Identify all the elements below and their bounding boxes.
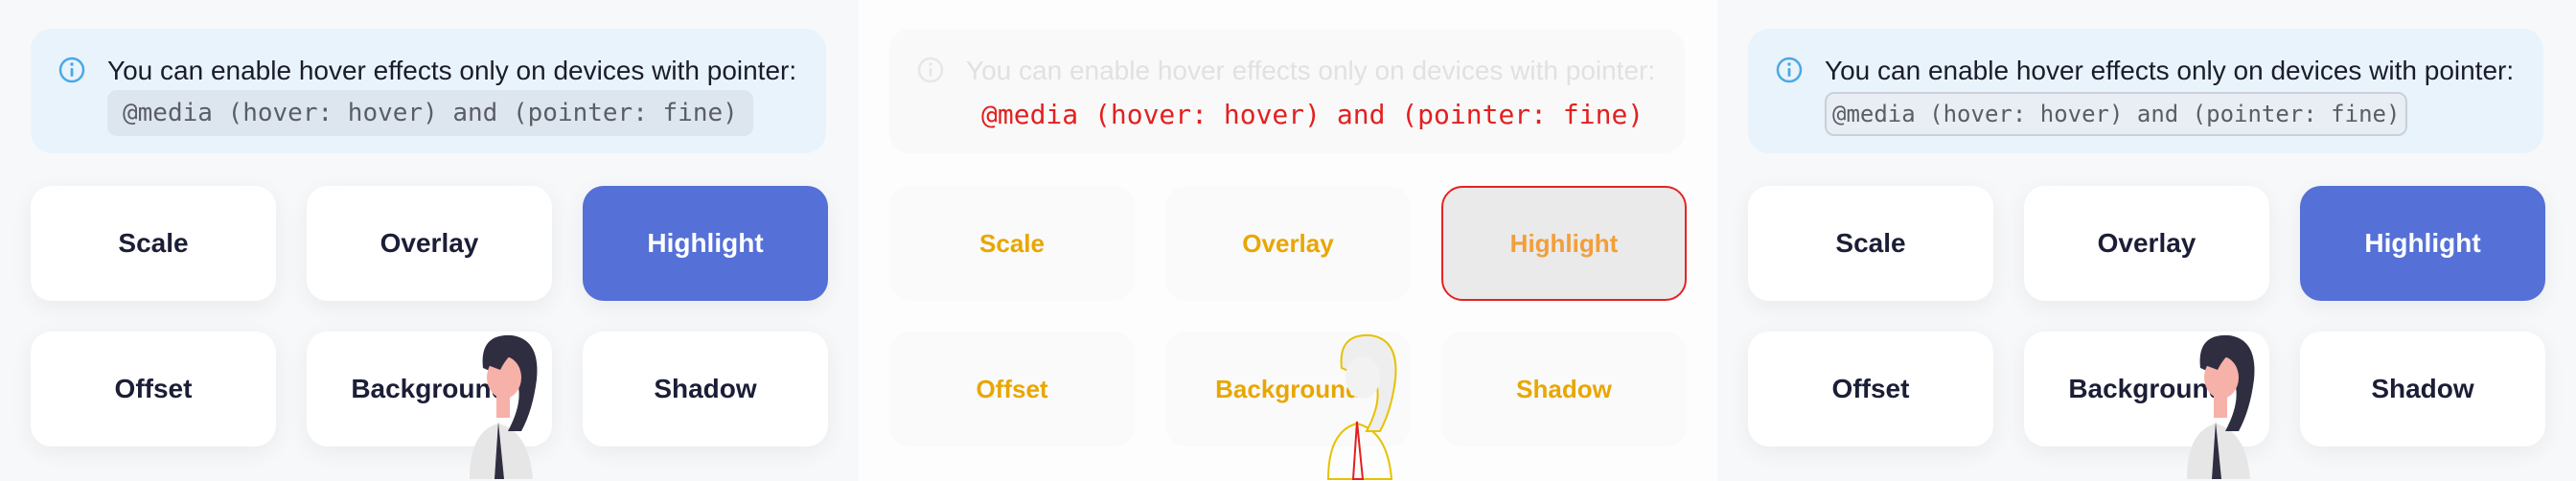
highlight-button[interactable]: Highlight xyxy=(583,186,828,301)
overlay-button[interactable]: Overlay xyxy=(2024,186,2269,301)
info-callout: You can enable hover effects only on dev… xyxy=(1748,29,2543,153)
info-callout: You can enable hover effects only on dev… xyxy=(889,29,1685,153)
panel-hover: You can enable hover effects only on dev… xyxy=(1717,0,2576,481)
overlay-button[interactable]: Overlay xyxy=(1165,186,1411,301)
info-icon xyxy=(1776,57,1803,83)
panel-normal: You can enable hover effects only on dev… xyxy=(0,0,859,481)
shadow-button[interactable]: Shadow xyxy=(583,332,828,447)
scale-button[interactable]: Scale xyxy=(31,186,276,301)
person-illustration xyxy=(1326,333,1397,480)
shadow-button[interactable]: Shadow xyxy=(2300,332,2545,447)
panel-diff: You can enable hover effects only on dev… xyxy=(859,0,1717,481)
info-message: You can enable hover effects only on dev… xyxy=(107,56,797,85)
info-message: You can enable hover effects only on dev… xyxy=(1825,56,2515,85)
scale-button[interactable]: Scale xyxy=(889,186,1135,301)
offset-button[interactable]: Offset xyxy=(889,332,1135,447)
highlight-button[interactable]: Highlight xyxy=(1441,186,1687,301)
person-illustration xyxy=(470,334,538,479)
shadow-button[interactable]: Shadow xyxy=(1441,332,1687,447)
scale-button[interactable]: Scale xyxy=(1748,186,1993,301)
person-illustration xyxy=(2187,334,2255,479)
media-query-code: @media (hover: hover) and (pointer: fine… xyxy=(981,99,1644,130)
offset-button[interactable]: Offset xyxy=(31,332,276,447)
info-message: You can enable hover effects only on dev… xyxy=(966,56,1656,85)
info-icon xyxy=(58,57,85,83)
info-icon xyxy=(917,57,944,83)
overlay-button[interactable]: Overlay xyxy=(307,186,552,301)
media-query-code: @media (hover: hover) and (pointer: fine… xyxy=(1825,92,2408,136)
offset-button[interactable]: Offset xyxy=(1748,332,1993,447)
info-callout: You can enable hover effects only on dev… xyxy=(31,29,826,153)
media-query-code: @media (hover: hover) and (pointer: fine… xyxy=(107,90,753,136)
highlight-button[interactable]: Highlight xyxy=(2300,186,2545,301)
